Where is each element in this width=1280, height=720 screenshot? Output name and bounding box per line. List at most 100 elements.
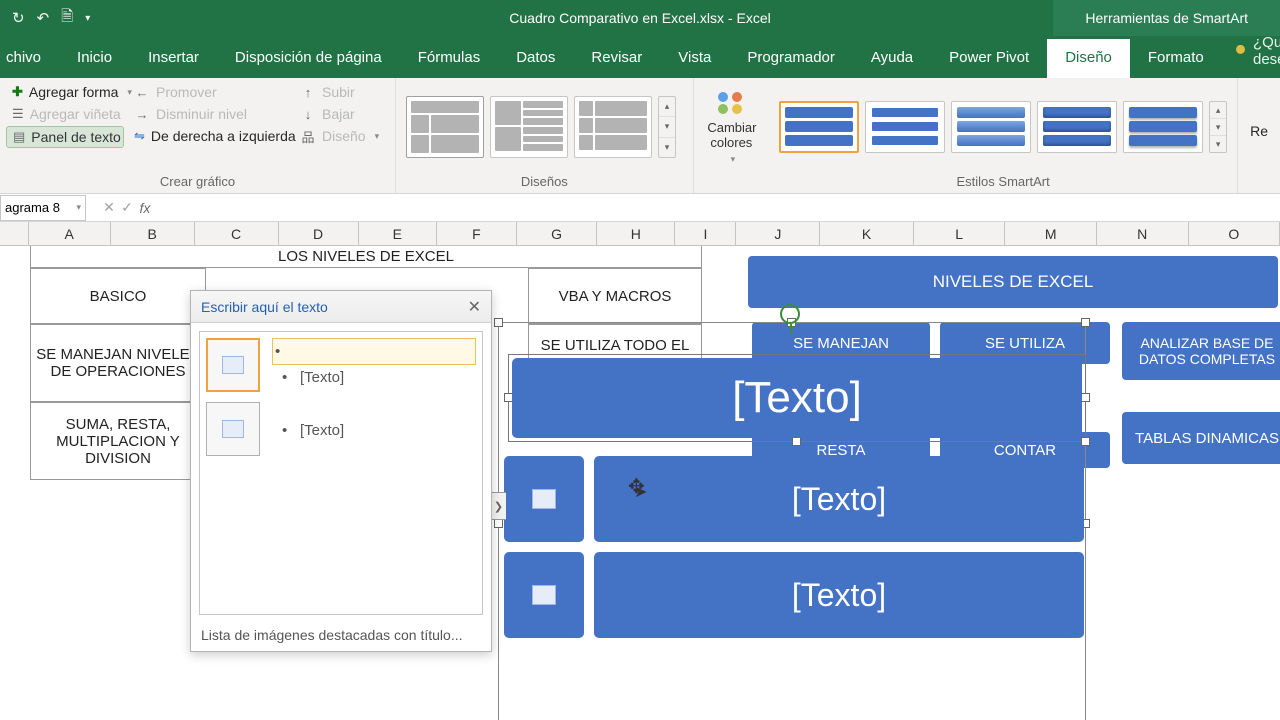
col-header-K[interactable]: K: [820, 222, 913, 245]
group-label-create: Crear gráfico: [6, 172, 389, 191]
scroll-more-icon[interactable]: ▾: [659, 138, 675, 157]
col-header-I[interactable]: I: [675, 222, 736, 245]
tab-formulas[interactable]: Fórmulas: [400, 39, 499, 78]
text-item-1-sub[interactable]: [Texto]: [272, 365, 476, 390]
tab-insertar[interactable]: Insertar: [130, 39, 217, 78]
text-pane-toggle[interactable]: ▤Panel de texto: [6, 126, 124, 148]
tab-datos[interactable]: Datos: [498, 39, 573, 78]
styles-scroll[interactable]: ▴ ▾ ▾: [1209, 101, 1227, 153]
smartart-text-2[interactable]: [Texto]: [594, 456, 1084, 542]
smartart-picture-3[interactable]: [504, 552, 584, 638]
col-header-M[interactable]: M: [1005, 222, 1097, 245]
scroll-more-icon[interactable]: ▾: [1210, 136, 1226, 152]
move-cursor-icon: ✥➤: [628, 474, 645, 499]
hierarchy-icon: 品: [300, 128, 316, 144]
tab-disposicion[interactable]: Disposición de página: [217, 39, 400, 78]
picture-placeholder-icon: [532, 585, 556, 605]
smartart-row-2[interactable]: [Texto]: [504, 456, 1084, 542]
demote-button: →Disminuir nivel: [128, 104, 290, 124]
col-header-C[interactable]: C: [195, 222, 279, 245]
text-item-2-sub[interactable]: [Texto]: [272, 418, 476, 443]
bg-sa-title[interactable]: NIVELES DE EXCEL: [748, 256, 1278, 308]
col-header-L[interactable]: L: [914, 222, 1006, 245]
tab-powerpivot[interactable]: Power Pivot: [931, 39, 1047, 78]
rtl-icon: ⇋: [134, 128, 145, 144]
smartart-text-3[interactable]: [Texto]: [594, 552, 1084, 638]
col-header-G[interactable]: G: [517, 222, 597, 245]
cancel-icon[interactable]: ✕: [100, 199, 118, 216]
promote-button: ←Promover: [128, 82, 290, 102]
formula-input[interactable]: [154, 196, 1280, 220]
tab-programador[interactable]: Programador: [729, 39, 853, 78]
close-icon[interactable]: ✕: [468, 297, 481, 317]
layouts-scroll[interactable]: ▴ ▾ ▾: [658, 96, 676, 158]
window-title: Cuadro Comparativo en Excel.xlsx - Excel: [509, 10, 770, 26]
col-header-D[interactable]: D: [279, 222, 359, 245]
col-header-H[interactable]: H: [597, 222, 675, 245]
add-shape-button[interactable]: ✚Agregar forma▾: [6, 82, 124, 102]
thumb-1[interactable]: [206, 338, 260, 392]
layout-option-2[interactable]: [490, 96, 568, 158]
arrow-right-icon: →: [134, 106, 150, 122]
scroll-up-icon[interactable]: ▴: [659, 97, 675, 117]
layout-option-1[interactable]: [406, 96, 484, 158]
undo-icon[interactable]: ↶: [37, 9, 50, 27]
tab-revisar[interactable]: Revisar: [573, 39, 660, 78]
picture-placeholder-icon: [222, 420, 244, 438]
col-header-F[interactable]: F: [437, 222, 517, 245]
enter-icon[interactable]: ✓: [118, 199, 136, 216]
tab-vista[interactable]: Vista: [660, 39, 729, 78]
tell-me[interactable]: ¿Qué desea: [1222, 24, 1280, 78]
tab-diseno[interactable]: Diseño: [1047, 39, 1130, 78]
rotation-handle[interactable]: [780, 304, 800, 324]
tab-formato[interactable]: Formato: [1130, 39, 1222, 78]
arrow-down-icon: ↓: [300, 106, 316, 122]
style-option-1[interactable]: [779, 101, 859, 153]
tab-archivo[interactable]: chivo: [0, 39, 59, 78]
layout-option-3[interactable]: [574, 96, 652, 158]
bg-sa-b6[interactable]: TABLAS DINAMICAS: [1122, 412, 1280, 464]
redo-icon[interactable]: ↻: [12, 9, 25, 27]
select-all-corner[interactable]: [0, 222, 29, 245]
text-pane-icon: ▤: [13, 129, 25, 145]
quick-access-toolbar: ↻ ↶ 🗎 ▾: [0, 6, 102, 31]
fx-icon[interactable]: fx: [136, 200, 154, 216]
formula-bar: agrama 8▾ ✕ ✓ fx: [0, 194, 1280, 222]
col-header-O[interactable]: O: [1189, 222, 1280, 245]
text-item-1[interactable]: [272, 338, 476, 365]
color-palette-icon: [711, 89, 751, 119]
scroll-down-icon[interactable]: ▾: [659, 117, 675, 137]
change-colors-button[interactable]: Cambiar colores▾: [703, 85, 759, 169]
style-option-4[interactable]: [1037, 101, 1117, 153]
text-pane-list[interactable]: [Texto] [Texto]: [272, 338, 476, 608]
lightbulb-icon: [1236, 43, 1245, 59]
group-label-layouts: Diseños: [402, 172, 687, 191]
scroll-down-icon[interactable]: ▾: [1210, 119, 1226, 136]
column-headers: ABCDEFGHIJKLMNO: [0, 222, 1280, 246]
bg-sa-b3[interactable]: ANALIZAR BASE DE DATOS COMPLETAS: [1122, 322, 1280, 380]
reset-button[interactable]: Re: [1244, 82, 1274, 172]
smartart-text-1[interactable]: [Texto]: [512, 358, 1082, 438]
style-option-5[interactable]: [1123, 101, 1203, 153]
col1-row1: SE MANEJAN NIVELES DE OPERACIONES: [30, 324, 206, 402]
new-file-icon[interactable]: 🗎: [61, 6, 73, 31]
col-header-J[interactable]: J: [736, 222, 820, 245]
col-header-N[interactable]: N: [1097, 222, 1189, 245]
name-box[interactable]: agrama 8▾: [0, 195, 86, 221]
tab-inicio[interactable]: Inicio: [59, 39, 130, 78]
rtl-button[interactable]: ⇋De derecha a izquierda: [128, 126, 290, 146]
col-header-B[interactable]: B: [111, 222, 195, 245]
qat-more[interactable]: ▾: [85, 13, 90, 24]
smartart-row-3[interactable]: [Texto]: [504, 552, 1084, 638]
style-option-3[interactable]: [951, 101, 1031, 153]
scroll-up-icon[interactable]: ▴: [1210, 102, 1226, 119]
smartart-picture-2[interactable]: [504, 456, 584, 542]
thumb-2[interactable]: [206, 402, 260, 456]
smartart-text-pane[interactable]: Escribir aquí el texto ✕ [Texto] [Texto]…: [190, 290, 492, 652]
style-option-2[interactable]: [865, 101, 945, 153]
col-header-A[interactable]: A: [29, 222, 111, 245]
text-pane-handle[interactable]: ❯: [490, 492, 506, 520]
col-header-E[interactable]: E: [359, 222, 437, 245]
tab-ayuda[interactable]: Ayuda: [853, 39, 931, 78]
move-down-button: ↓Bajar: [294, 104, 389, 124]
